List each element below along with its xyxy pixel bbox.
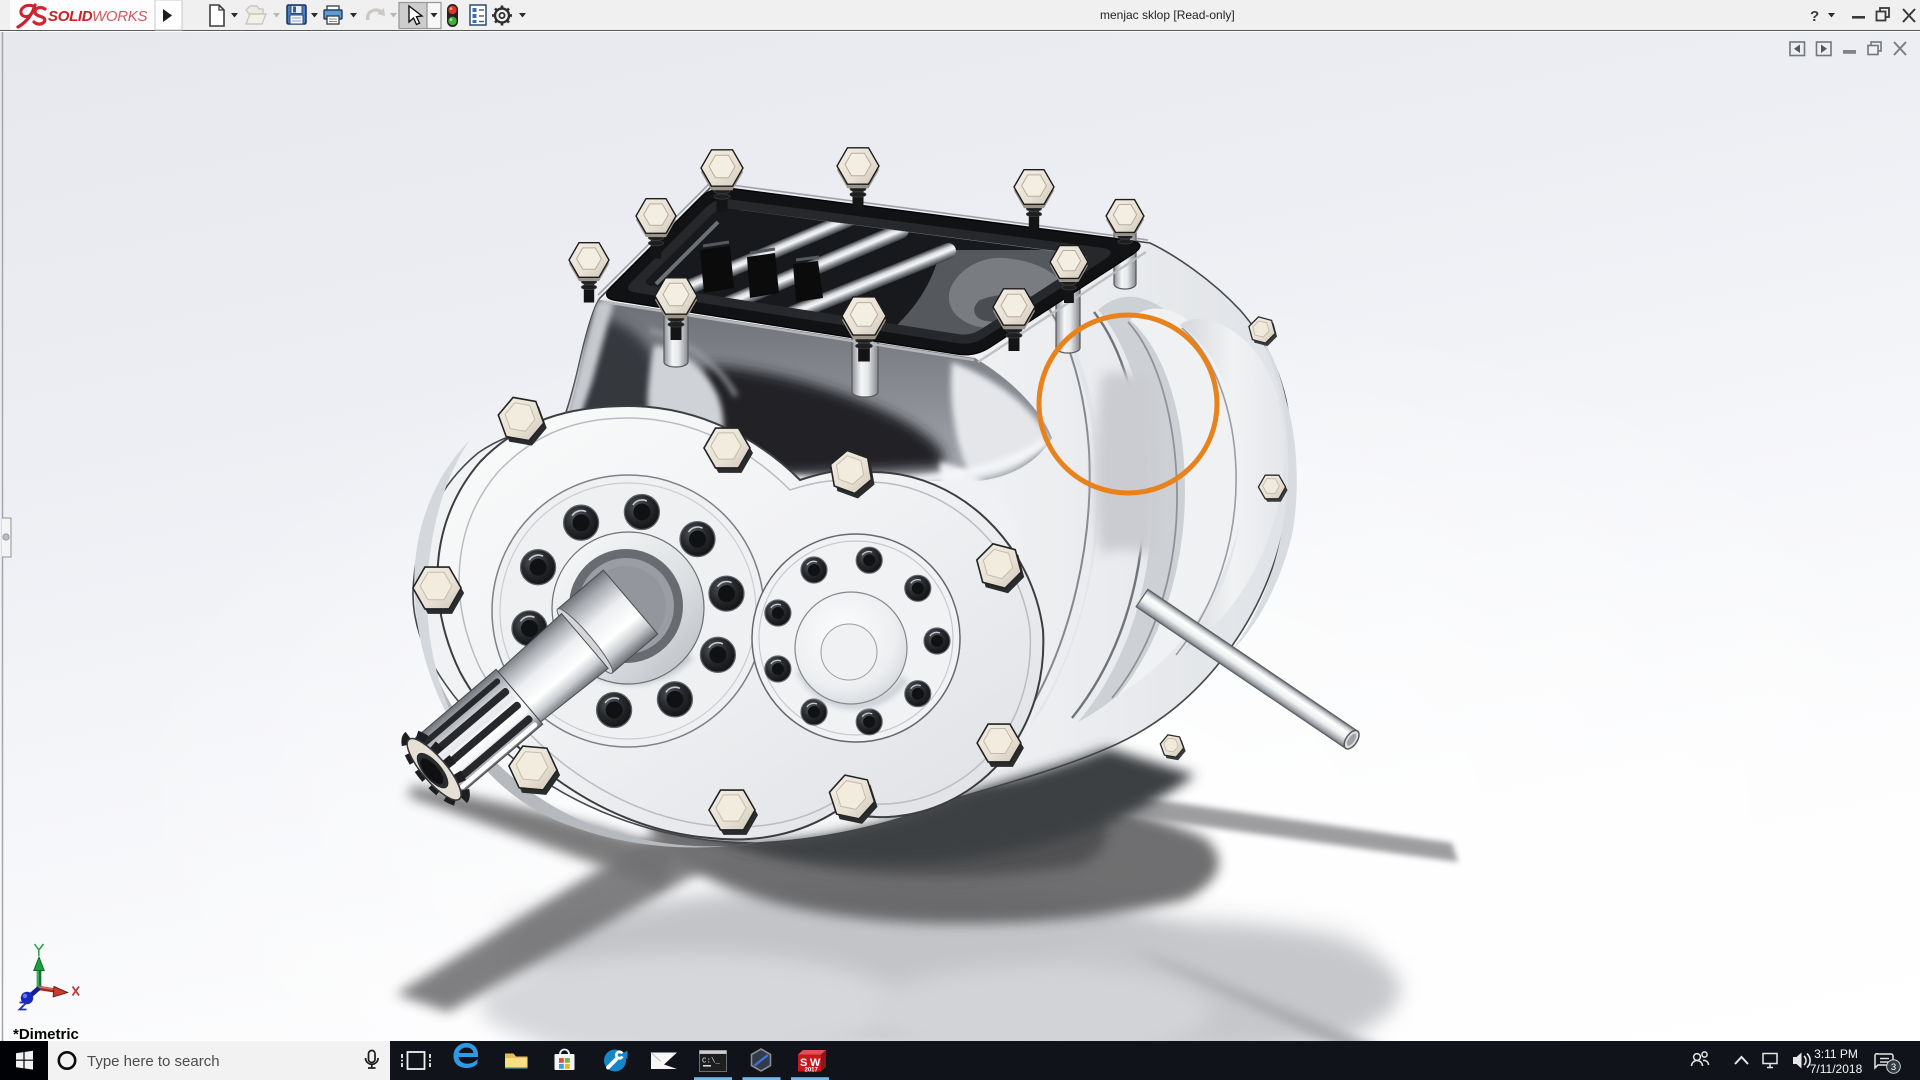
svg-text:*Dimetric: *Dimetric [13, 1026, 79, 1041]
svg-text:Type here to search: Type here to search [87, 1053, 220, 1070]
svg-text:?: ? [1810, 8, 1819, 25]
svg-text:C:\_: C:\_ [702, 1058, 721, 1066]
svg-text:3: 3 [1891, 1062, 1896, 1073]
svg-text:7/11/2018: 7/11/2018 [1810, 1062, 1863, 1076]
svg-text:WORKS: WORKS [92, 8, 147, 25]
svg-text:3:11 PM: 3:11 PM [1814, 1047, 1858, 1061]
svg-text:SOLID: SOLID [48, 8, 93, 25]
svg-text:2017: 2017 [805, 1068, 819, 1074]
